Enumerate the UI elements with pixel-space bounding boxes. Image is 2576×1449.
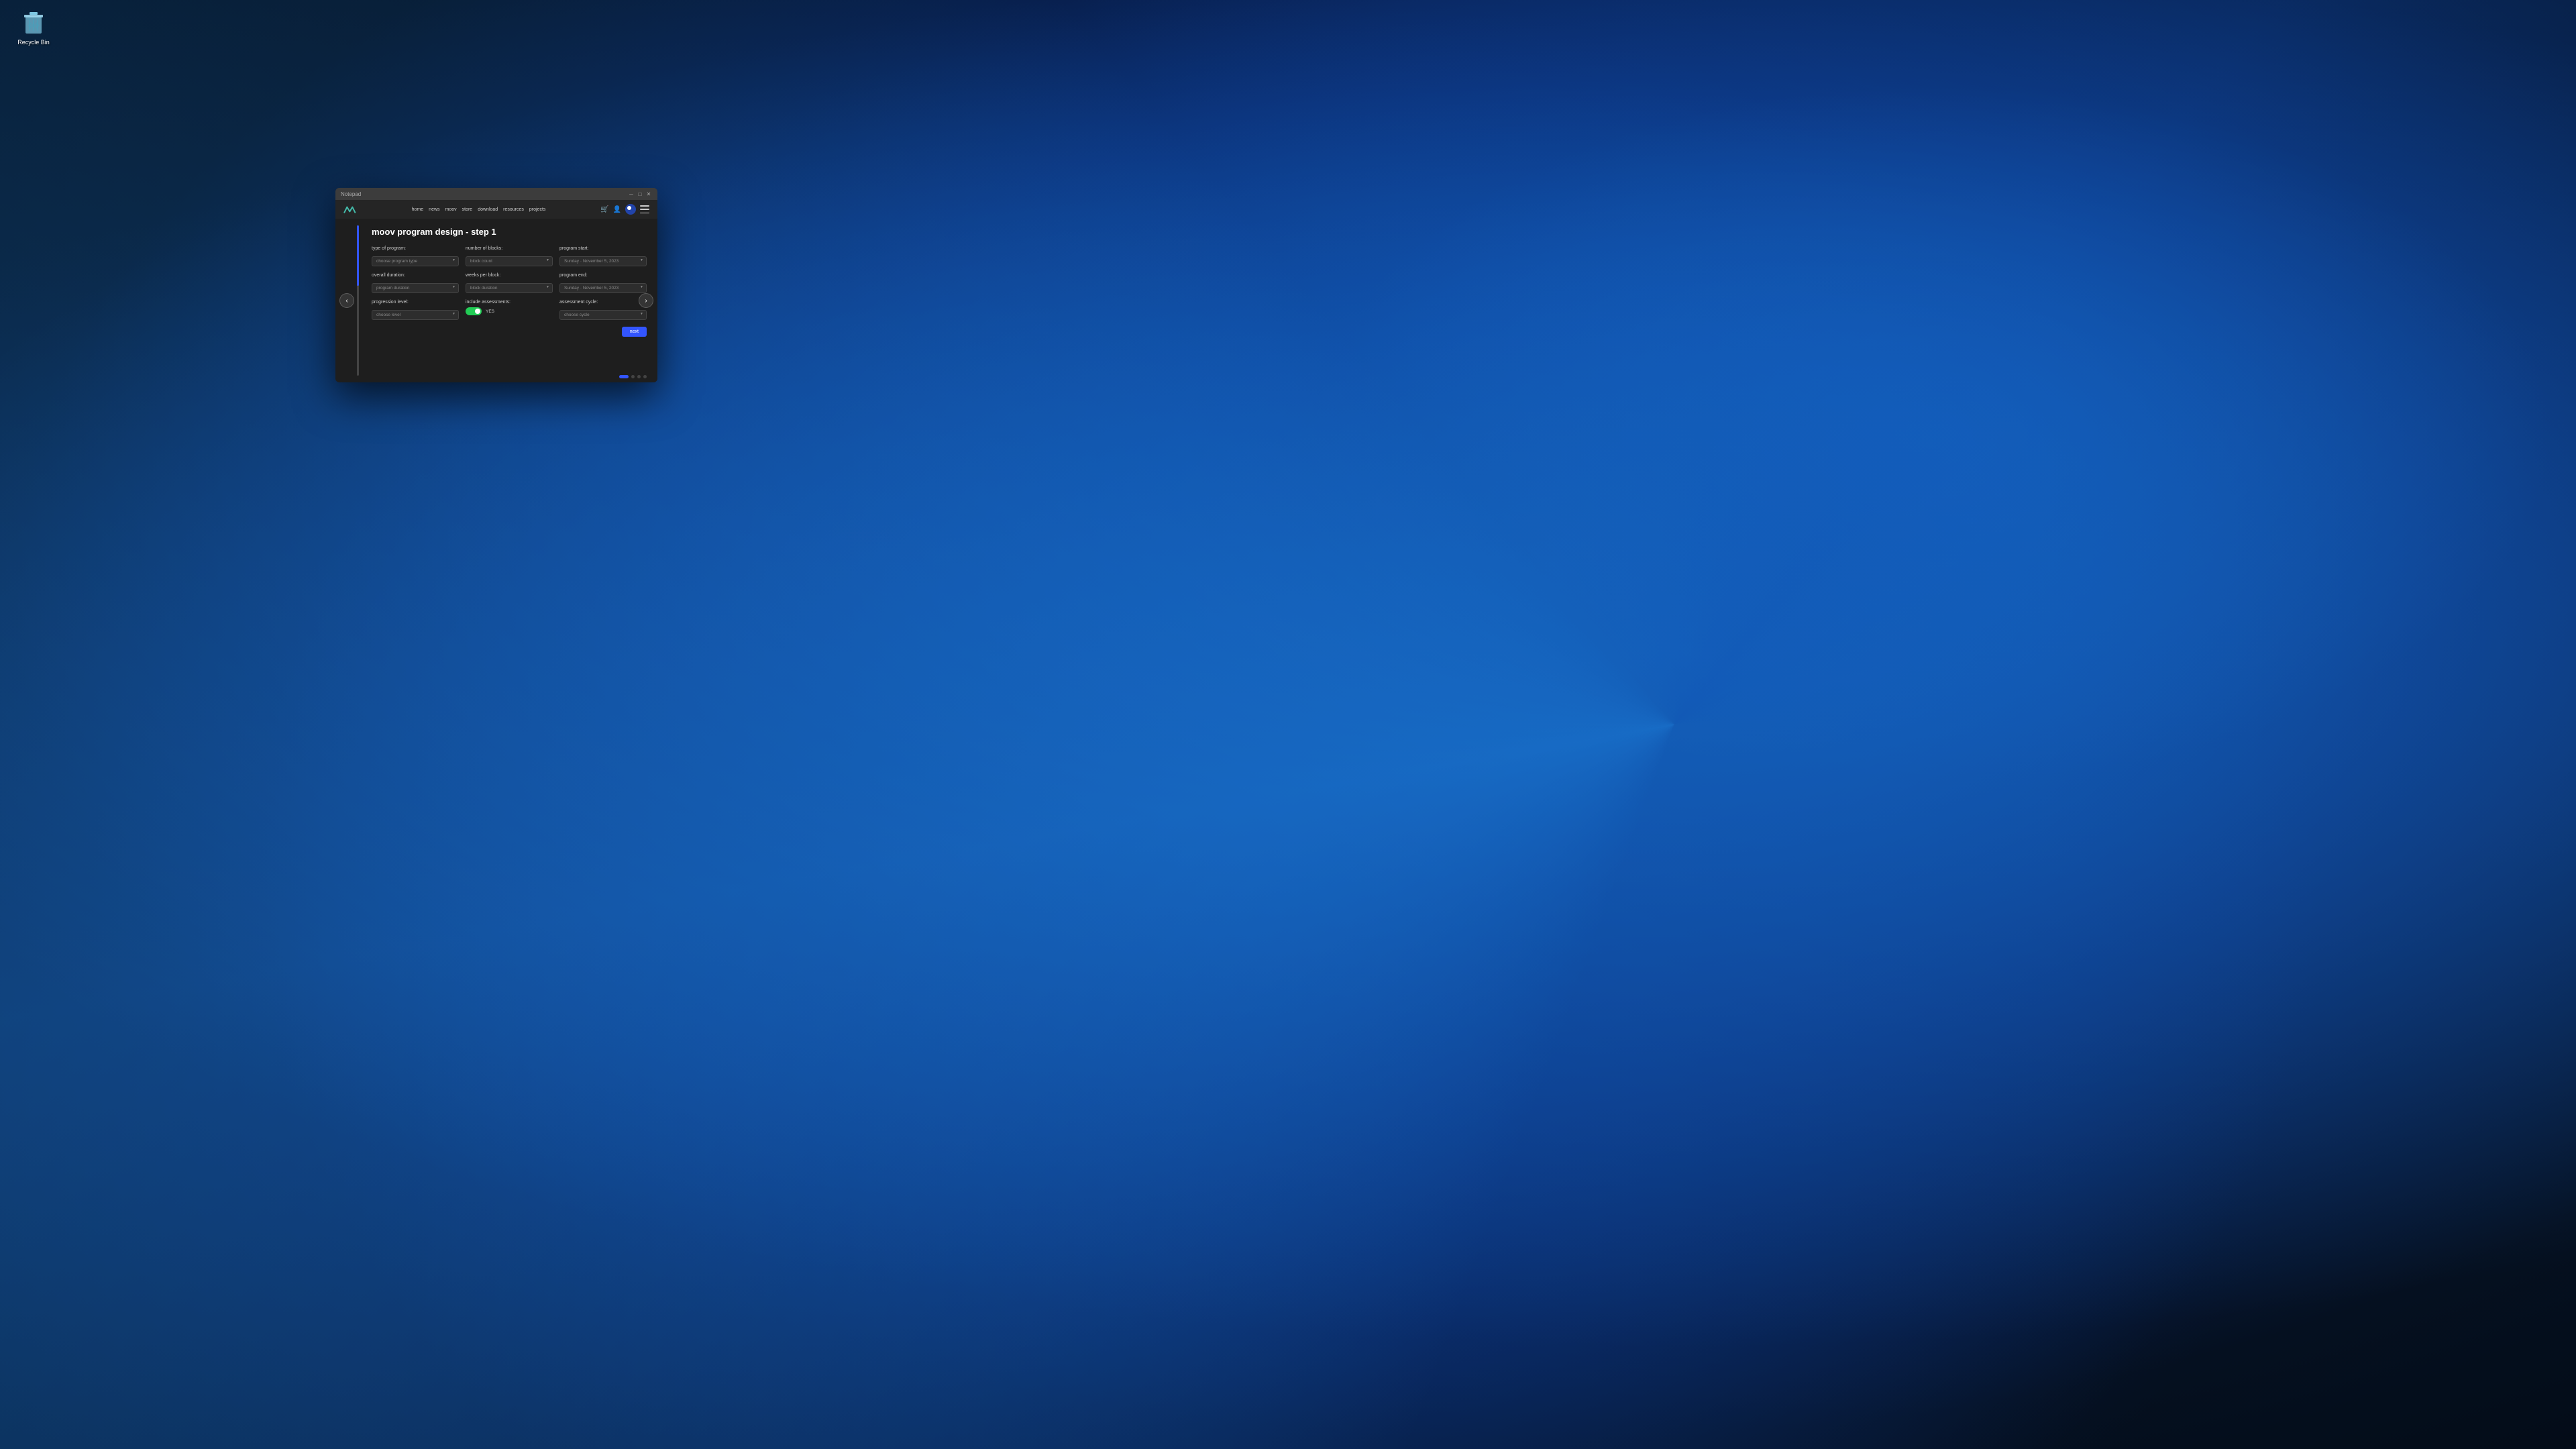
form-group-assessments: include assessments: YES (466, 300, 553, 320)
menu-line-2 (640, 209, 649, 210)
recycle-bin-image (20, 9, 47, 36)
maximize-button[interactable] (637, 191, 643, 197)
progress-dot-2 (631, 375, 635, 378)
nav-actions: 🛒 👤 (600, 204, 649, 215)
nav-link-projects[interactable]: projects (529, 207, 546, 212)
nav-link-home[interactable]: home (412, 207, 424, 212)
select-wrapper-weeks: block duration (466, 280, 553, 293)
select-wrapper-type: choose program type (372, 254, 459, 266)
select-wrapper-cycle: choose cycle (559, 307, 647, 320)
select-program-start[interactable]: Sunday · November 5, 2023 (559, 256, 647, 266)
progress-dot-1 (619, 375, 629, 378)
form-group-duration: overall duration: program duration (372, 273, 459, 293)
titlebar-text: Notepad (341, 191, 625, 197)
select-progression-level[interactable]: choose level (372, 310, 459, 320)
label-include-assessments: include assessments: (466, 300, 553, 305)
select-wrapper-progression: choose level (372, 307, 459, 320)
select-number-of-blocks[interactable]: block count (466, 256, 553, 266)
page-title: moov program design - step 1 (372, 227, 647, 237)
label-program-start: program start: (559, 246, 647, 251)
select-type-of-program[interactable]: choose program type (372, 256, 459, 266)
label-number-of-blocks: number of blocks: (466, 246, 553, 251)
label-weeks-per-block: weeks per block: (466, 273, 553, 278)
label-assessment-cycle: assessment cycle: (559, 300, 647, 305)
form-group-start: program start: Sunday · November 5, 2023 (559, 246, 647, 266)
toggle-thumb (475, 309, 480, 314)
avatar-dot (627, 206, 631, 210)
close-button[interactable] (645, 191, 652, 197)
progress-fill (357, 225, 359, 286)
select-weeks-per-block[interactable]: block duration (466, 283, 553, 293)
nav-bar: home news moov store download resources … (335, 200, 657, 219)
form-group-type: type of program: choose program type (372, 246, 459, 266)
form-grid: type of program: choose program type num… (372, 246, 647, 320)
form-group-progression: progression level: choose level (372, 300, 459, 320)
toggle-wrapper-assessments: YES (466, 307, 553, 315)
progress-dot-3 (637, 375, 641, 378)
prev-button[interactable]: ‹ (339, 293, 354, 308)
nav-link-store[interactable]: store (462, 207, 473, 212)
form-group-weeks: weeks per block: block duration (466, 273, 553, 293)
window-controls (628, 191, 652, 197)
recycle-bin-label: Recycle Bin (17, 39, 50, 46)
select-wrapper-duration: program duration (372, 280, 459, 293)
select-wrapper-blocks: block count (466, 254, 553, 266)
toggle-yes-label: YES (486, 309, 494, 314)
progress-dot-4 (643, 375, 647, 378)
nav-link-resources[interactable]: resources (503, 207, 524, 212)
nav-links: home news moov store download resources … (364, 207, 594, 212)
nav-link-news[interactable]: news (429, 207, 439, 212)
browser-titlebar: Notepad (335, 188, 657, 200)
select-wrapper-end: Sunday · November 5, 2023 (559, 280, 647, 293)
next-nav-button[interactable]: › (639, 293, 653, 308)
nav-logo (343, 204, 357, 215)
cart-icon[interactable]: 🛒 (600, 206, 608, 213)
user-avatar[interactable] (625, 204, 636, 215)
select-wrapper-start: Sunday · November 5, 2023 (559, 254, 647, 266)
nav-link-download[interactable]: download (478, 207, 498, 212)
form-area: moov program design - step 1 type of pro… (361, 219, 657, 382)
form-group-blocks: number of blocks: block count (466, 246, 553, 266)
menu-line-3 (640, 213, 649, 214)
label-progression-level: progression level: (372, 300, 459, 305)
label-overall-duration: overall duration: (372, 273, 459, 278)
progress-track (357, 225, 359, 376)
browser-window: Notepad home news moov store download (335, 188, 657, 382)
select-assessment-cycle[interactable]: choose cycle (559, 310, 647, 320)
next-button[interactable]: next (622, 327, 647, 337)
label-program-end: program end: (559, 273, 647, 278)
select-program-end[interactable]: Sunday · November 5, 2023 (559, 283, 647, 293)
user-icon[interactable]: 👤 (613, 206, 621, 213)
main-content: ‹ moov program design - step 1 type of p… (335, 219, 657, 382)
form-group-cycle: assessment cycle: choose cycle (559, 300, 647, 320)
label-type-of-program: type of program: (372, 246, 459, 251)
minimize-button[interactable] (628, 191, 635, 197)
menu-button[interactable] (640, 205, 649, 213)
form-footer: next (372, 327, 647, 337)
menu-line-1 (640, 205, 649, 207)
recycle-bin-icon[interactable]: Recycle Bin (7, 7, 60, 49)
bottom-progress (619, 375, 647, 378)
select-overall-duration[interactable]: program duration (372, 283, 459, 293)
nav-link-moov[interactable]: moov (445, 207, 457, 212)
form-group-end: program end: Sunday · November 5, 2023 (559, 273, 647, 293)
assessments-toggle[interactable] (466, 307, 482, 315)
app-content: home news moov store download resources … (335, 200, 657, 382)
